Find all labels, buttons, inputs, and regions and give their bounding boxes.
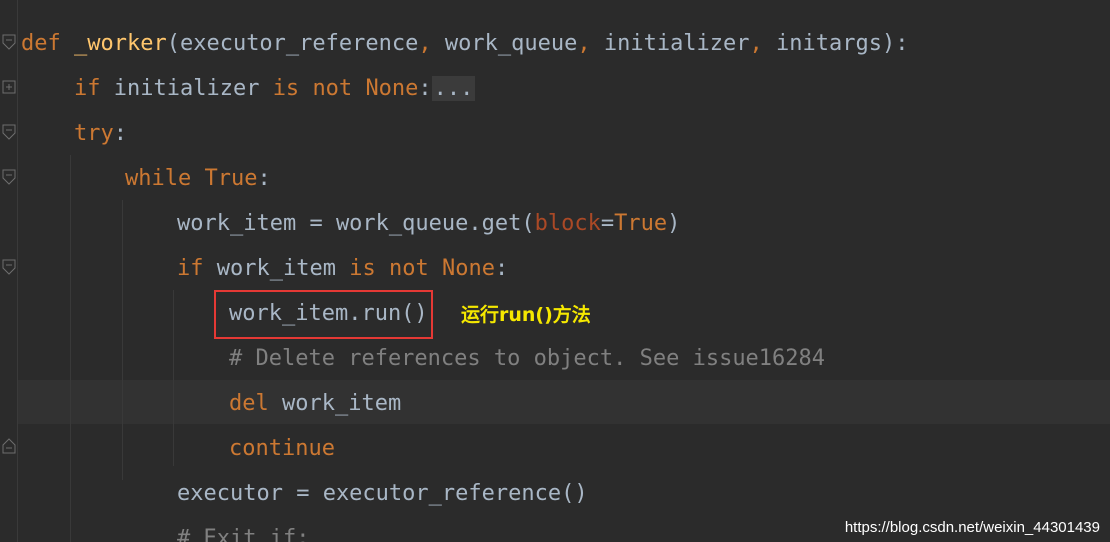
comment: # Delete references to object. See issue… [229,346,826,371]
code-line[interactable]: continue [0,426,1110,471]
code-text: : [418,76,432,101]
keyword: del [229,391,269,416]
code-line[interactable]: try: [0,111,1110,156]
keyword: is [272,76,300,101]
separator: , [418,31,432,56]
keyword: if [74,76,101,101]
highlight-box [214,290,433,339]
keyword: None [441,256,495,281]
code-line[interactable]: executor = executor_reference() [0,471,1110,516]
code-text: : [257,166,271,191]
keyword: True [204,166,258,191]
code-line[interactable]: while True: [0,156,1110,201]
code-text: work_item [203,256,350,281]
keyword: def [21,31,61,56]
function-name: _worker [74,31,167,56]
code-text: work_item = work_queue.get( [177,211,535,236]
code-text: ) [667,211,681,236]
code-text: : [494,256,509,281]
keyword: is [349,256,376,281]
keyword: True [614,211,668,236]
code-line[interactable]: def _worker(executor_reference, work_que… [0,21,1110,66]
code-text: (executor_reference [166,31,419,56]
keyword-argument: block [534,211,601,236]
code-line[interactable]: if initializer is not None:... [0,66,1110,111]
keyword: continue [229,436,335,461]
keyword: not [388,256,429,281]
code-line[interactable]: work_item = work_queue.get(block=True) [0,201,1110,246]
folded-region[interactable]: ... [431,76,476,101]
code-line[interactable]: # Delete references to object. See issue… [0,336,1110,381]
separator: , [749,31,763,56]
code-editor[interactable]: def _worker(executor_reference, work_que… [0,0,1110,542]
code-line[interactable]: if work_item is not None: [0,246,1110,291]
code-text: work_item [268,391,402,416]
keyword: None [365,76,419,101]
code-text: = [600,211,615,236]
separator: , [577,31,591,56]
comment: # Exit if: [177,526,310,542]
keyword: while [125,166,192,191]
code-line[interactable]: del work_item [0,381,1110,426]
code-text: work_queue [431,31,578,56]
code-text: initializer [590,31,750,56]
keyword: not [312,76,353,101]
keyword: if [177,256,204,281]
annotation-label: 运行run()方法 [461,304,591,326]
code-text: executor = executor_reference() [177,481,588,506]
keyword: try [74,121,114,146]
code-text: initargs): [762,31,909,56]
watermark: https://blog.csdn.net/weixin_44301439 [844,519,1100,536]
code-text: initializer [100,76,273,101]
code-text: : [113,121,127,146]
